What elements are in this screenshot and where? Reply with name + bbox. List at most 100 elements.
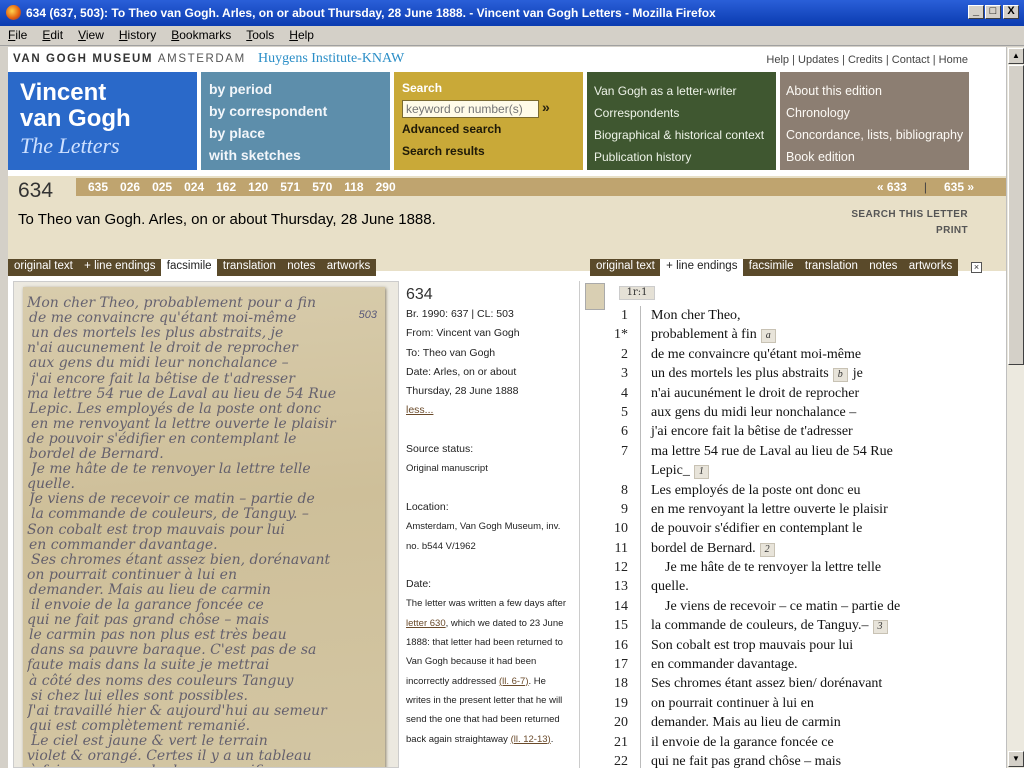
brand-line-2: van Gogh <box>20 105 131 132</box>
about-link-book[interactable]: Book edition <box>786 146 969 168</box>
line-text: en me renvoyant la lettre ouverte le pla… <box>651 501 888 517</box>
line-text: bordel de Bernard. 2 <box>651 539 775 558</box>
top-links[interactable]: Help | Updates | Credits | Contact | Hom… <box>766 54 968 66</box>
maximize-button[interactable]: □ <box>985 5 1001 19</box>
tab-facsimile[interactable]: facsimile <box>742 259 800 276</box>
line-text: Mon cher Theo, <box>651 308 741 323</box>
menu-bookmarks[interactable]: Bookmarks <box>163 26 238 42</box>
tab-artworks[interactable]: artworks <box>320 259 377 276</box>
menu-file[interactable]: File <box>0 26 34 42</box>
menu-view[interactable]: View <box>70 26 111 42</box>
line-number: 17 <box>614 657 628 673</box>
reference-link[interactable]: (ll. 6-7) <box>499 676 529 687</box>
date-note-line: incorrectly addressed (ll. 6-7). He <box>406 675 546 687</box>
close-window-button[interactable]: X <box>1003 5 1019 19</box>
less-link[interactable]: less... <box>406 404 433 416</box>
reference-link[interactable]: letter 630 <box>406 618 446 629</box>
related-letter[interactable]: 290 <box>376 178 396 196</box>
menu-edit[interactable]: Edit <box>34 26 70 42</box>
huygens-logo[interactable]: Huygens Institute-KNAW <box>258 51 404 67</box>
footnote-marker[interactable]: 3 <box>872 620 888 635</box>
letter-line: 2 de me convaincre qu'étant moi-même <box>583 344 989 365</box>
footnote-marker[interactable]: a <box>760 329 776 344</box>
related-letter[interactable]: 571 <box>280 178 300 196</box>
search-input[interactable] <box>402 100 539 118</box>
brand-line-3: The Letters <box>20 133 120 158</box>
line-number: 9 <box>621 501 628 517</box>
facsimile-handwriting-line: aux gens du midi leur nonchalance – <box>29 355 289 372</box>
tab-line-endings[interactable]: + line endings <box>660 259 744 276</box>
about-link-concordance[interactable]: Concordance, lists, bibliography <box>786 124 969 146</box>
reference-link[interactable]: (ll. 12-13) <box>511 734 551 745</box>
letter-line: 7 ma lettre 54 rue de Laval au lieu de 54… <box>583 441 989 462</box>
related-letter[interactable]: 570 <box>312 178 332 196</box>
facsimile-image[interactable]: 503 Mon cher Theo, probablement pour a f… <box>23 287 385 767</box>
tab-line-endings[interactable]: + line endings <box>78 259 162 276</box>
browse-by-period[interactable]: by period <box>209 78 390 100</box>
menu-tools[interactable]: Tools <box>238 26 281 42</box>
browse-with-sketches[interactable]: with sketches <box>209 144 390 166</box>
line-number: 18 <box>614 676 628 692</box>
about-link-edition[interactable]: About this edition <box>786 80 969 102</box>
footnote-marker[interactable]: b <box>832 368 848 383</box>
line-number: 19 <box>614 695 628 711</box>
browse-by-correspondent[interactable]: by correspondent <box>209 100 390 122</box>
context-link-biographical[interactable]: Biographical & historical context <box>594 124 776 146</box>
search-go-button[interactable]: » <box>542 99 550 115</box>
related-letter[interactable]: 120 <box>248 178 268 196</box>
about-link-chronology[interactable]: Chronology <box>786 102 969 124</box>
related-letter[interactable]: 118 <box>344 178 363 196</box>
web-page: VAN GOGH MUSEUM AMSTERDAM Huygens Instit… <box>8 47 1006 768</box>
related-letter[interactable]: 026 <box>120 178 140 196</box>
close-icon[interactable]: × <box>971 262 982 273</box>
advanced-search-link[interactable]: Advanced search <box>402 118 583 140</box>
facsimile-handwriting-line: Ses chromes étant assez bien, dorénavant <box>31 551 331 568</box>
current-letter-number: 634 <box>18 179 54 202</box>
print-link[interactable]: PRINT <box>851 223 968 239</box>
footnote-marker[interactable]: 2 <box>759 542 775 557</box>
museum-logo[interactable]: VAN GOGH MUSEUM AMSTERDAM <box>13 53 246 65</box>
minimize-button[interactable]: _ <box>968 5 984 19</box>
next-letter-link[interactable]: 635 » <box>944 178 974 196</box>
search-results-link[interactable]: Search results <box>402 140 583 162</box>
scroll-up-arrow-icon[interactable]: ▲ <box>1008 48 1024 64</box>
context-link-correspondents[interactable]: Correspondents <box>594 102 776 124</box>
tab-original-text[interactable]: original text <box>590 259 661 276</box>
prev-letter-link[interactable]: « 633 <box>877 178 907 196</box>
related-letter[interactable]: 162 <box>216 178 236 196</box>
original-text-panel: 1r:1 1 Mon cher Theo, 1* probablement à fin… <box>583 281 989 768</box>
search-this-letter-link[interactable]: SEARCH THIS LETTER <box>851 207 968 223</box>
tab-translation[interactable]: translation <box>216 259 282 276</box>
tab-facsimile[interactable]: facsimile <box>160 259 218 276</box>
context-link-letter-writer[interactable]: Van Gogh as a letter-writer <box>594 80 776 102</box>
facsimile-handwriting-line: quelle. <box>27 476 75 493</box>
meta-date-line-1: Date: Arles, on or about <box>406 365 517 378</box>
browse-by-place[interactable]: by place <box>209 122 390 144</box>
tab-translation[interactable]: translation <box>798 259 864 276</box>
letter-line: 20 demander. Mais au lieu de carmin <box>583 713 989 733</box>
vertical-scrollbar[interactable]: ▲ ▼ <box>1006 47 1024 768</box>
menu-help[interactable]: Help <box>281 26 321 42</box>
tab-artworks[interactable]: artworks <box>902 259 959 276</box>
letter-line: 21 il envoie de la garance foncée ce <box>583 732 989 752</box>
context-link-publication[interactable]: Publication history <box>594 146 776 168</box>
tab-notes[interactable]: notes <box>863 259 904 276</box>
line-number: 11 <box>614 540 628 556</box>
letter-line: 19 on pourrait continuer à lui en <box>583 693 989 714</box>
brand-block[interactable]: Vincent van Gogh The Letters <box>8 72 197 170</box>
footnote-marker[interactable]: 1 <box>693 465 709 480</box>
scroll-thumb[interactable] <box>1008 65 1024 365</box>
related-letter[interactable]: 025 <box>152 178 172 196</box>
tab-notes[interactable]: notes <box>281 259 322 276</box>
related-letter[interactable]: 024 <box>184 178 204 196</box>
letter-line: Lepic_ 1 <box>583 461 989 481</box>
facsimile-handwriting-line: bordel de Bernard. <box>29 446 164 462</box>
museum-city: AMSTERDAM <box>157 53 246 65</box>
tab-original-text[interactable]: original text <box>8 259 79 276</box>
facsimile-panel[interactable]: 503 Mon cher Theo, probablement pour a f… <box>13 281 399 768</box>
right-panel-tabs: original text + line endings facsimile t… <box>590 258 959 276</box>
facsimile-handwriting-line: n'ai aucunement le droit de reprocher <box>27 340 298 357</box>
scroll-down-arrow-icon[interactable]: ▼ <box>1008 751 1024 767</box>
menu-history[interactable]: History <box>111 26 163 42</box>
related-letter[interactable]: 635 <box>88 178 108 196</box>
